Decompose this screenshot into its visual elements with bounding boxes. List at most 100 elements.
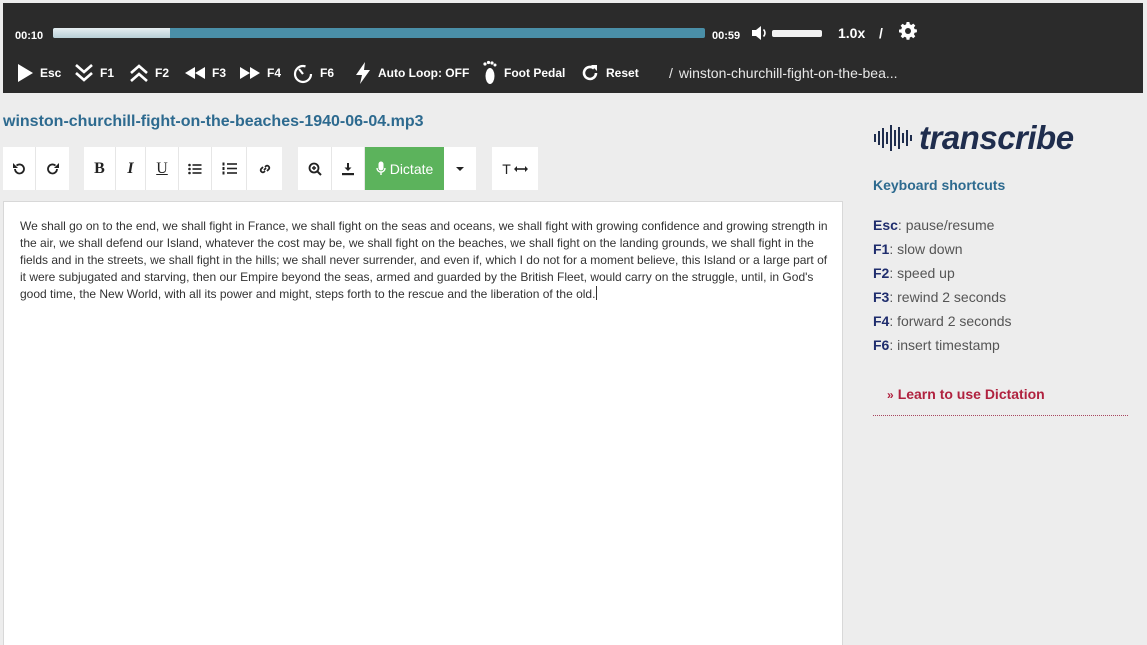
player-controls-row: Esc F1 F2 F3 F4 F6 Auto Loop: OFF Foot P… [3,58,1143,90]
play-icon [18,64,33,82]
bold-button[interactable]: B [84,147,116,190]
transcript-text: We shall go on to the end, we shall figh… [20,219,828,301]
shortcut-key: F1 [873,241,890,257]
forward-label: F4 [267,66,282,80]
auto-loop-toggle[interactable]: Auto Loop: OFF [354,58,469,88]
slow-down-label: F1 [100,66,115,80]
download-button[interactable] [332,147,365,190]
shortcut-item: Esc: pause/resume [873,217,995,233]
arrows-horizontal-icon [513,165,528,172]
player-timeline-row: 00:10 00:59 1.0x / [3,3,1143,61]
shortcut-key: F6 [873,337,890,353]
playback-speed[interactable]: 1.0x [838,25,865,41]
file-title: winston-churchill-fight-on-the-beaches-1… [3,113,424,130]
shortcuts-heading: Keyboard shortcuts [873,177,1006,193]
reset-button[interactable]: Reset [580,58,639,88]
gear-icon[interactable] [898,21,918,41]
undo-icon [13,162,25,174]
logo-text: transcribe [919,119,1074,156]
redo-button[interactable] [36,147,69,190]
brand-logo: transcribe [873,118,1074,158]
double-chevron-down-icon [75,64,93,82]
shortcuts-list: Esc: pause/resume F1: slow down F2: spee… [873,215,1012,359]
shortcut-key: F2 [873,265,890,281]
foot-icon [483,60,497,84]
shortcut-item: F1: slow down [873,241,963,257]
link-icon [259,164,270,173]
slow-down-button[interactable]: F1 [74,58,114,88]
play-button[interactable]: Esc [16,58,61,88]
underline-button[interactable]: U [146,147,179,190]
volume-fill [772,30,822,37]
speed-separator: / [879,25,883,41]
zoom-in-icon [308,162,322,176]
width-group: T [492,147,538,190]
shortcut-key: Esc [873,217,898,233]
speed-up-button[interactable]: F2 [129,58,169,88]
numbered-list-icon [222,162,237,175]
dictate-options-button[interactable] [444,147,476,190]
shortcut-item: F3: rewind 2 seconds [873,289,1007,305]
text-width-button[interactable]: T [492,147,538,190]
fast-forward-icon [240,67,260,79]
volume-slider[interactable] [772,30,822,37]
shortcut-key: F4 [873,313,890,329]
text-caret [596,286,598,300]
redo-icon [46,162,59,174]
transcript-editor[interactable]: We shall go on to the end, we shall figh… [3,201,843,645]
breadcrumb-separator: / [669,65,673,81]
progress-fill [53,28,171,38]
timer-icon [293,64,313,84]
dictate-button[interactable]: Dictate [365,147,444,190]
learn-dictation-link[interactable]: » Learn to use Dictation [873,386,1128,416]
bullet-list-icon [188,163,202,174]
refresh-icon [582,65,598,81]
bullet-list-button[interactable] [179,147,212,190]
shortcut-desc: speed up [897,265,955,281]
forward-button[interactable]: F4 [239,58,281,88]
progress-bar[interactable] [53,28,705,38]
learn-dictation-label: Learn to use Dictation [897,386,1045,402]
rewind-button[interactable]: F3 [184,58,226,88]
insert-timestamp-button[interactable]: F6 [292,58,334,88]
microphone-icon [376,161,386,175]
double-chevron-up-icon [130,64,148,82]
shortcut-desc: slow down [897,241,963,257]
shortcut-desc: insert timestamp [897,337,1000,353]
shortcut-key: F3 [873,289,890,305]
link-button[interactable] [247,147,282,190]
caret-down-icon [456,166,464,171]
download-icon [342,162,354,175]
history-group [3,147,69,190]
text-width-label: T [502,160,511,177]
shortcut-desc: rewind 2 seconds [897,289,1007,305]
foot-pedal-button[interactable]: Foot Pedal [482,58,565,88]
shortcut-item: F4: forward 2 seconds [873,313,1012,329]
rewind-label: F3 [212,66,227,80]
total-time: 00:59 [712,30,741,42]
link-marker: » [887,388,894,402]
numbered-list-button[interactable] [212,147,247,190]
undo-button[interactable] [3,147,36,190]
shortcut-desc: pause/resume [905,217,995,233]
breadcrumb: / winston-churchill-fight-on-the-bea... [669,65,898,81]
audio-player: 00:10 00:59 1.0x / Esc F1 F2 F3 F4 F6 Au… [3,3,1143,93]
breadcrumb-file: winston-churchill-fight-on-the-bea... [678,65,898,81]
speed-up-label: F2 [155,66,170,80]
transcript-text-area[interactable]: We shall go on to the end, we shall figh… [20,218,832,303]
waveform-icon [874,125,912,151]
format-group: B I U [84,147,282,190]
volume-icon[interactable] [750,24,770,42]
shortcut-item: F6: insert timestamp [873,337,1000,353]
rewind-icon [185,67,205,79]
italic-button[interactable]: I [116,147,146,190]
reset-label: Reset [606,66,639,80]
shortcut-desc: forward 2 seconds [897,313,1012,329]
foot-pedal-label: Foot Pedal [504,66,566,80]
auto-loop-label: Auto Loop: OFF [378,66,470,80]
shortcut-item: F2: speed up [873,265,955,281]
play-label: Esc [40,66,62,80]
lightning-icon [356,62,370,84]
zoom-button[interactable] [298,147,332,190]
dictate-label: Dictate [389,160,434,177]
